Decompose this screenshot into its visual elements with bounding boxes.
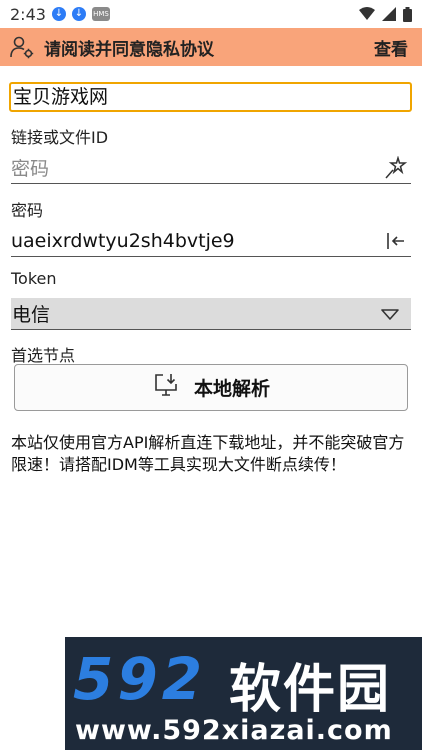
privacy-agreement-title: 请阅读并同意隐私协议 bbox=[44, 39, 214, 60]
app-bar: 请阅读并同意隐私协议 查看 bbox=[0, 28, 422, 66]
signal-icon bbox=[382, 7, 396, 21]
download-screen-icon bbox=[152, 371, 180, 404]
magic-wand-icon[interactable] bbox=[381, 153, 411, 183]
dropdown-arrow-icon bbox=[381, 303, 399, 325]
view-button[interactable]: 查看 bbox=[374, 35, 408, 60]
user-settings-icon[interactable] bbox=[0, 28, 44, 66]
link-label: 链接或文件ID bbox=[11, 128, 109, 147]
watermark-url: www.592xiazai.com bbox=[75, 715, 393, 746]
watermark-number: 592 bbox=[73, 645, 207, 713]
password-label: 密码 bbox=[11, 201, 44, 220]
local-parse-button[interactable]: 本地解析 bbox=[14, 364, 408, 411]
node-select-value: 电信 bbox=[12, 304, 51, 326]
node-label: 首选节点 bbox=[11, 346, 76, 365]
watermark-name: 软件园 bbox=[229, 660, 392, 720]
name-input[interactable]: 宝贝游戏网 bbox=[9, 82, 412, 112]
status-time: 2:43 bbox=[10, 4, 46, 24]
battery-icon bbox=[403, 6, 412, 22]
download-icon: ↓ bbox=[71, 7, 86, 21]
status-bar: 2:43 ↓ ↓ HMS bbox=[0, 0, 422, 28]
wifi-icon bbox=[359, 7, 375, 20]
link-input[interactable]: 密码 bbox=[11, 152, 411, 184]
password-input[interactable]: uaeixrdwtyu2sh4bvtje9 bbox=[11, 225, 411, 257]
watermark-logo: 592 软件园 www.592xiazai.com bbox=[65, 637, 422, 750]
notice-text: 本站仅使用官方API解析直连下载地址，并不能突破官方限速！请搭配IDM等工具实现… bbox=[11, 433, 405, 474]
token-label: Token bbox=[11, 269, 57, 288]
hms-icon: HMS bbox=[91, 7, 110, 21]
paste-icon[interactable] bbox=[381, 226, 411, 256]
node-select[interactable]: 电信 bbox=[11, 298, 411, 330]
password-input-value: uaeixrdwtyu2sh4bvtje9 bbox=[11, 229, 235, 252]
download-icon: ↓ bbox=[51, 7, 66, 21]
local-parse-label: 本地解析 bbox=[193, 378, 270, 400]
link-input-placeholder: 密码 bbox=[11, 158, 50, 180]
